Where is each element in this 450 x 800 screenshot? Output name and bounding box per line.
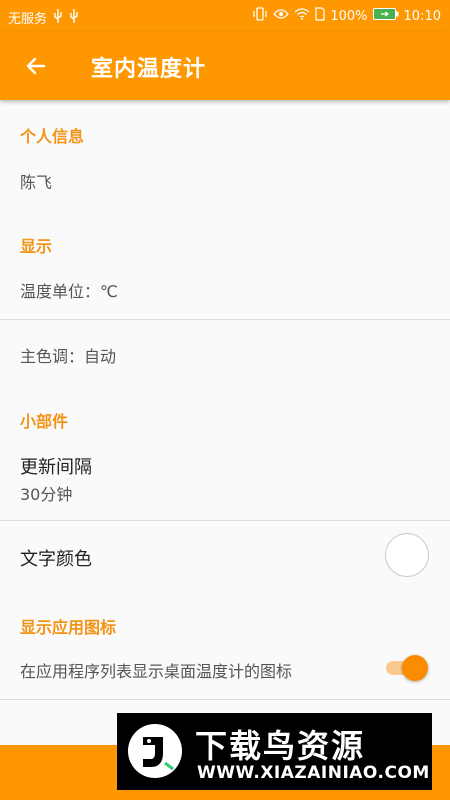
status-right: 100% 10:10 <box>252 7 441 25</box>
usb-icon <box>53 8 63 27</box>
toggle-thumb <box>402 655 428 681</box>
usb-icon <box>69 8 79 27</box>
divider <box>0 520 450 521</box>
section-header-app-icon: 显示应用图标 <box>20 618 117 637</box>
update-interval-value: 30分钟 <box>20 485 73 504</box>
watermark-title: 下载鸟资源 <box>195 727 366 765</box>
eye-icon <box>273 8 290 24</box>
watermark-banner: 下载鸟资源 WWW.XIAZAINIAO.COM <box>117 713 432 790</box>
status-bar: 无服务 100% 10:10 <box>0 0 450 32</box>
battery-percent: 100% <box>330 8 368 24</box>
personal-name-item[interactable]: 陈飞 <box>20 169 52 193</box>
app-bar: 室内温度计 <box>0 32 450 100</box>
theme-color-item[interactable]: 主色调：自动 <box>20 343 116 367</box>
sim-icon <box>315 7 325 25</box>
update-interval-title[interactable]: 更新间隔 <box>20 453 92 479</box>
back-button[interactable] <box>20 50 52 82</box>
vibrate-icon <box>252 7 268 25</box>
text-color-swatch[interactable] <box>385 533 429 577</box>
show-app-icon-toggle[interactable] <box>386 655 428 681</box>
bird-logo-icon <box>127 723 183 779</box>
status-left: 无服务 <box>8 8 79 27</box>
section-header-personal: 个人信息 <box>20 127 85 146</box>
page-title: 室内温度计 <box>91 57 207 82</box>
wifi-icon <box>294 8 310 24</box>
divider <box>0 699 450 700</box>
section-header-display: 显示 <box>20 237 53 256</box>
temperature-unit-item[interactable]: 温度单位：℃ <box>20 278 118 302</box>
watermark-url: WWW.XIAZAINIAO.COM <box>197 763 430 783</box>
carrier-text: 无服务 <box>8 12 48 27</box>
arrow-left-icon <box>26 57 46 75</box>
clock-text: 10:10 <box>403 8 441 24</box>
text-color-title[interactable]: 文字颜色 <box>20 545 92 571</box>
divider <box>0 319 450 320</box>
section-header-widget: 小部件 <box>20 412 69 431</box>
battery-icon <box>372 7 399 25</box>
app-icon-description: 在应用程序列表显示桌面温度计的图标 <box>20 662 293 681</box>
